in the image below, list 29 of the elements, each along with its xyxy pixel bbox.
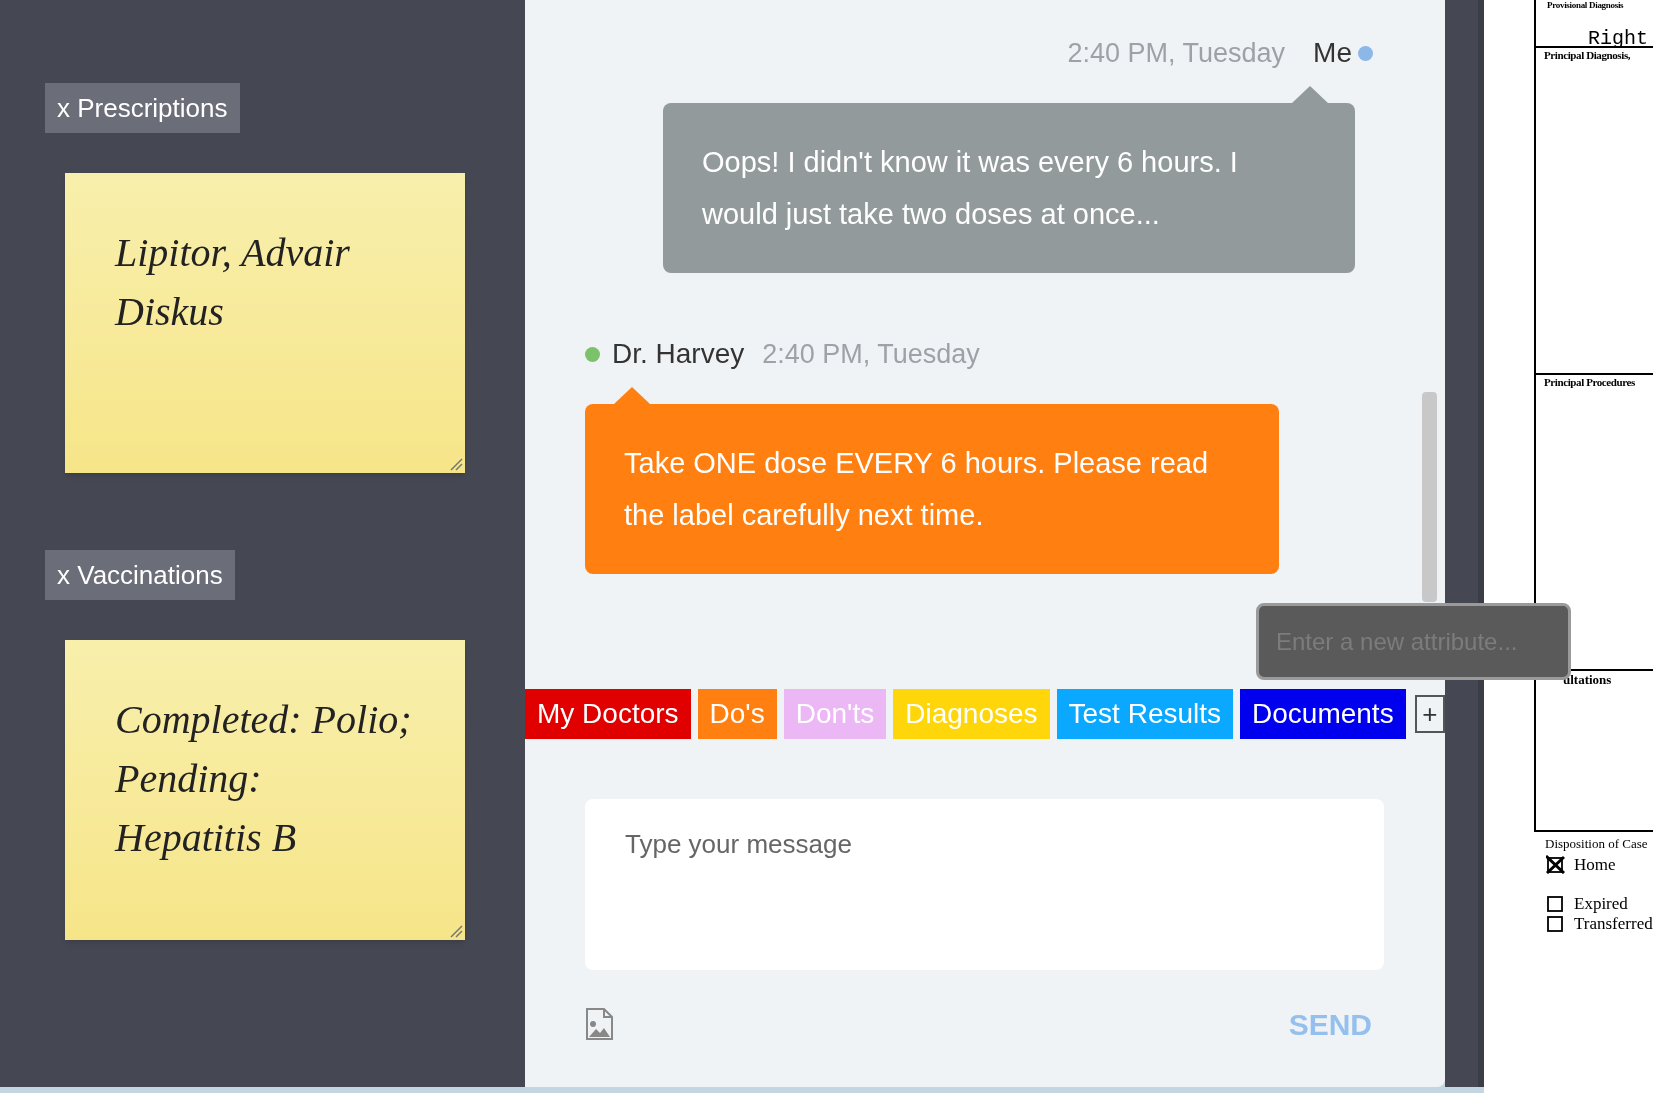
message-time: 2:40 PM, Tuesday (1067, 36, 1286, 70)
resize-handle-icon[interactable] (449, 457, 463, 471)
form-label: Provisional Diagnosis (1547, 0, 1624, 11)
note-text: Completed: Polio; Pending: Hepatitis B (115, 696, 413, 862)
option-label: Transferred (1574, 913, 1653, 935)
note-label[interactable]: x Prescriptions (45, 83, 240, 133)
message-text: Take ONE dose EVERY 6 hours. Please read the label carefully next time. (624, 447, 1209, 531)
message-time: 2:40 PM, Tuesday (762, 337, 980, 371)
checkbox[interactable] (1546, 855, 1565, 875)
sender-name: Me (1313, 36, 1352, 70)
scrollbar[interactable] (1422, 392, 1437, 602)
form-label: Disposition of Case (1545, 835, 1648, 853)
message-field[interactable]: Type your message (585, 799, 1384, 970)
tag-button[interactable]: Do's (697, 689, 777, 739)
form-label: Principal Procedures (1544, 375, 1635, 390)
option-label: Expired (1574, 893, 1628, 915)
option-label: Home (1574, 854, 1616, 876)
sender-name: Dr. Harvey (612, 337, 745, 371)
checkbox[interactable] (1546, 914, 1565, 934)
note-label[interactable]: x Vaccinations (45, 550, 235, 600)
resize-handle-icon[interactable] (449, 924, 463, 938)
note-text: Lipitor, Advair Diskus (115, 229, 351, 336)
image-icon[interactable] (585, 1008, 613, 1041)
tag-button[interactable]: Documents (1240, 689, 1406, 739)
checkbox[interactable] (1546, 894, 1565, 914)
add-tag-button[interactable]: + (1414, 695, 1445, 733)
message-text: Oops! I didn't know it was every 6 hours. I would just take two doses at once... (702, 146, 1238, 230)
tag-button[interactable]: My Doctors (525, 689, 691, 739)
tag-button[interactable]: Test Results (1056, 689, 1234, 739)
